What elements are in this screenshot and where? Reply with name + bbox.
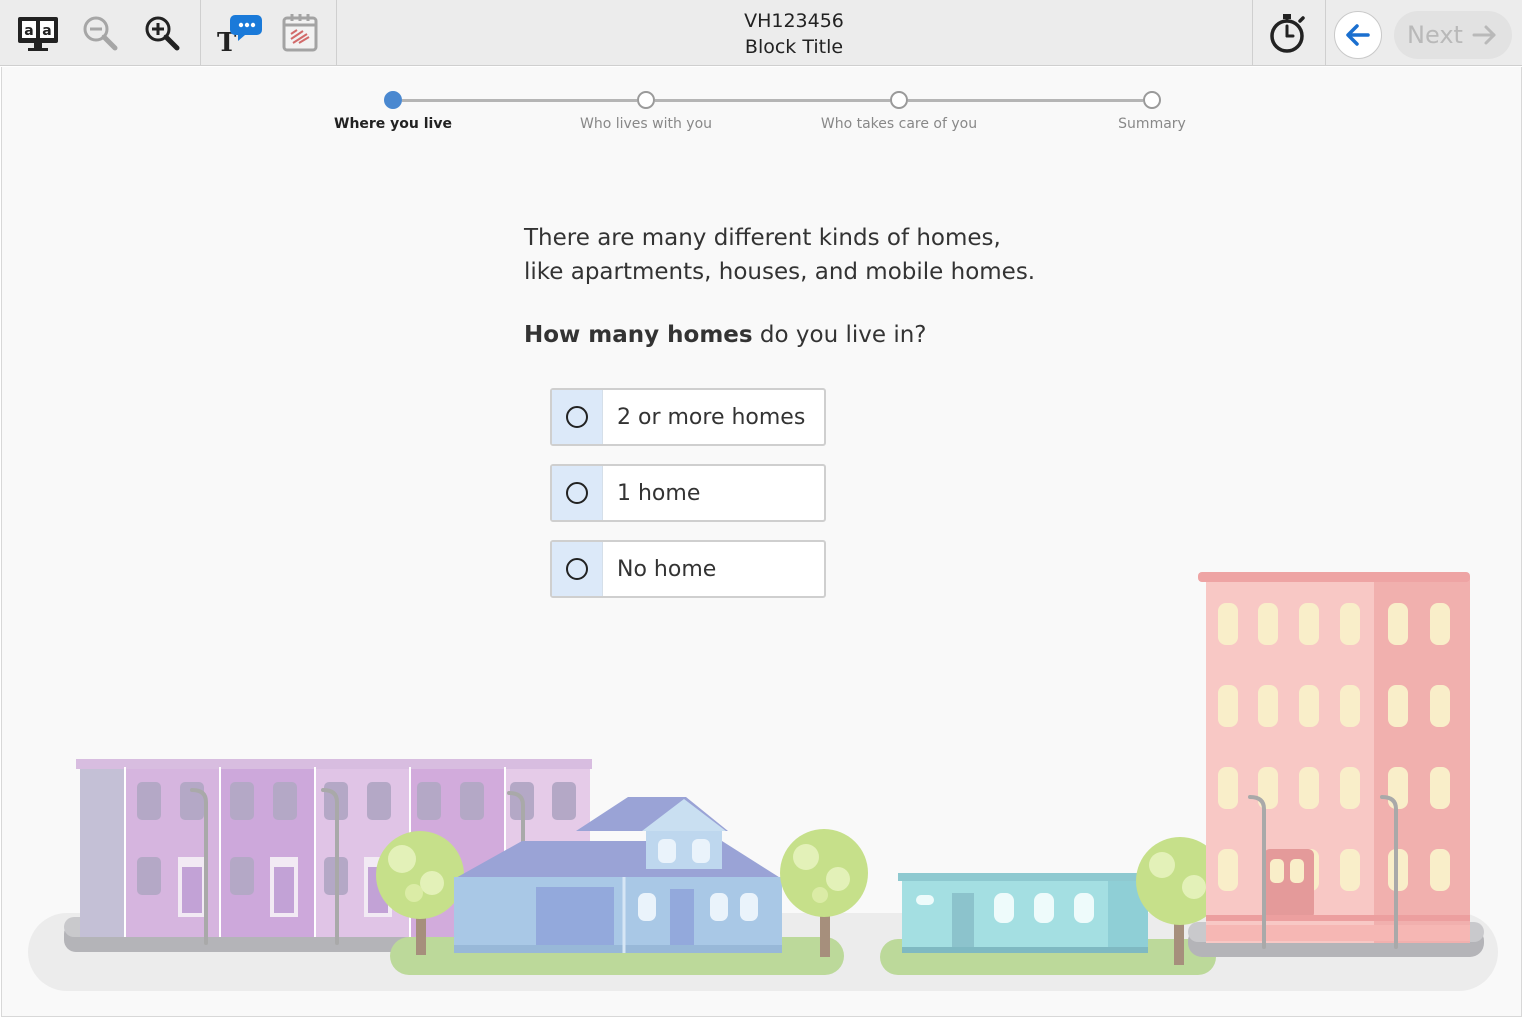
option-label: 1 home: [617, 480, 701, 506]
toolbar-divider: [1252, 0, 1253, 66]
text-to-speech-button[interactable]: T: [210, 0, 266, 66]
question-rest: do you live in?: [752, 322, 927, 348]
toolbar: a a T VH123456 Block Title Next: [0, 0, 1522, 66]
step-marker-summary: [1143, 91, 1161, 109]
step-label-who-takes-care-of-you: Who takes care of you: [820, 116, 978, 132]
case-id: VH123456: [744, 10, 844, 32]
svg-text:a: a: [24, 23, 33, 39]
radio-cell: [552, 390, 603, 444]
calendar-button[interactable]: [274, 0, 326, 66]
option-2-or-more-homes[interactable]: 2 or more homes: [550, 388, 826, 446]
back-button[interactable]: [1334, 11, 1382, 59]
radio-button[interactable]: [566, 558, 588, 580]
title-block: VH123456 Block Title: [336, 8, 1252, 60]
arrow-right-icon: [1472, 25, 1496, 45]
step-marker-who-lives-with-you: [637, 91, 655, 109]
main-content: Where you live Who lives with you Who ta…: [1, 67, 1522, 1017]
zoom-in-button[interactable]: [136, 0, 188, 66]
svg-text:a: a: [42, 23, 51, 39]
question-text: How many homes do you live in?: [524, 322, 1224, 348]
next-label: Next: [1407, 21, 1463, 49]
next-button[interactable]: Next: [1394, 11, 1512, 59]
step-marker-who-takes-care-of-you: [890, 91, 908, 109]
calendar-icon: [282, 14, 318, 52]
toolbar-divider: [200, 0, 201, 66]
text-to-speech-icon: T: [217, 15, 262, 55]
translate-button[interactable]: a a: [12, 0, 64, 66]
step-connector: [908, 99, 1143, 102]
timer-button[interactable]: [1260, 0, 1316, 66]
translate-icon: a a: [18, 17, 58, 51]
intro-line: like apartments, houses, and mobile home…: [524, 259, 1036, 285]
step-marker-where-you-live: [384, 91, 402, 109]
step-connector: [655, 99, 890, 102]
radio-cell: [552, 466, 603, 520]
radio-button[interactable]: [566, 482, 588, 504]
step-connector: [402, 99, 637, 102]
option-no-home[interactable]: No home: [550, 540, 826, 598]
radio-cell: [552, 542, 603, 596]
step-label-where-you-live: Where you live: [334, 116, 452, 132]
zoom-out-button[interactable]: [74, 0, 126, 66]
option-label: 2 or more homes: [617, 404, 806, 430]
radio-button[interactable]: [566, 406, 588, 428]
question-emphasis: How many homes: [524, 322, 753, 348]
zoom-out-icon: [83, 16, 118, 51]
timer-icon: [1270, 14, 1305, 53]
arrow-left-icon: [1346, 24, 1370, 46]
intro-line: There are many different kinds of homes,: [524, 225, 1001, 251]
step-label-who-lives-with-you: Who lives with you: [579, 116, 713, 132]
option-1-home[interactable]: 1 home: [550, 464, 826, 522]
step-label-summary: Summary: [1118, 116, 1186, 132]
toolbar-divider: [1325, 0, 1326, 66]
option-label: No home: [617, 556, 717, 582]
zoom-in-icon: [145, 16, 180, 51]
intro-text: There are many different kinds of homes,…: [524, 221, 1224, 289]
block-title: Block Title: [744, 36, 844, 58]
